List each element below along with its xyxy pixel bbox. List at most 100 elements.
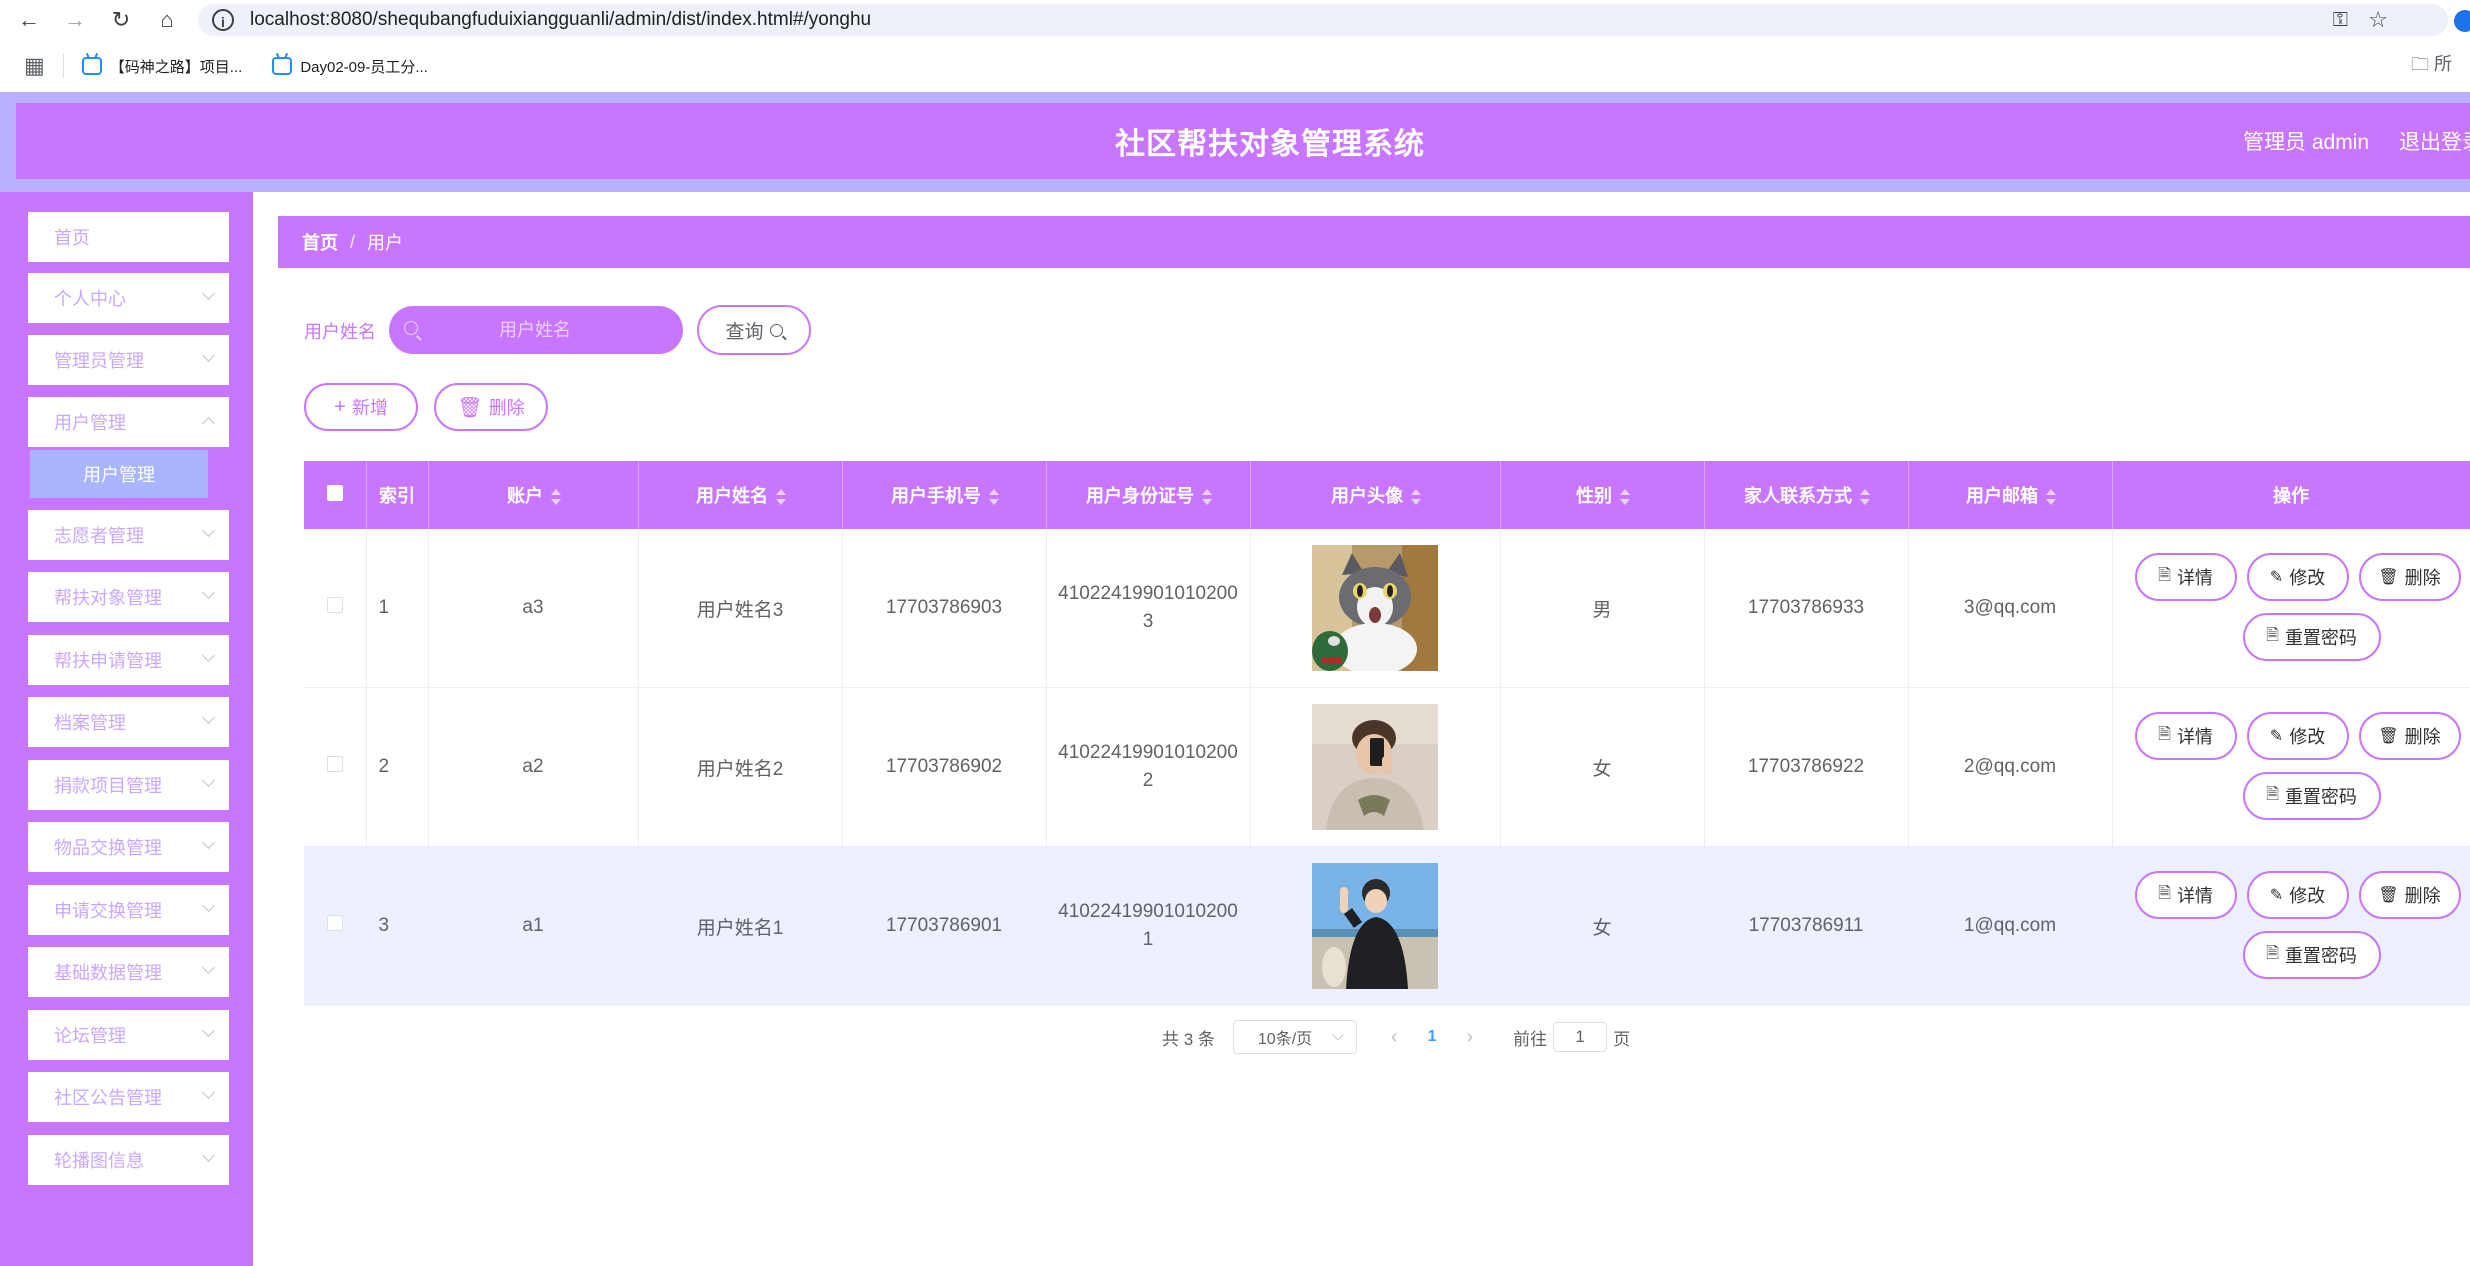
- sort-icon[interactable]: [1202, 489, 1212, 506]
- address-bar[interactable]: i localhost:8080/shequbangfuduixiangguan…: [198, 4, 2448, 36]
- user-table: 索引 账户 用户姓名 用户手机号 用户身份证号 用户头像 性别 家人联系方式 用…: [304, 461, 2470, 1006]
- edit-button[interactable]: ✎ 修改: [2246, 553, 2349, 601]
- sidebar-item-item-exchange-mgmt[interactable]: 物品交换管理: [28, 822, 229, 872]
- pencil-icon: ✎: [2269, 728, 2284, 745]
- sort-icon[interactable]: [2046, 489, 2056, 506]
- sidebar-item-archive-mgmt[interactable]: 档案管理: [28, 697, 229, 747]
- column-header[interactable]: 账户: [428, 461, 639, 529]
- url-text[interactable]: localhost:8080/shequbangfuduixiangguanli…: [250, 9, 871, 31]
- home-icon[interactable]: ⌂: [150, 3, 184, 37]
- sidebar-item-base-data-mgmt[interactable]: 基础数据管理: [28, 947, 229, 997]
- row-checkbox[interactable]: [326, 915, 343, 931]
- avatar-beach-portrait-image[interactable]: [1312, 863, 1438, 989]
- cell-account: a1: [428, 846, 639, 1006]
- next-page-icon[interactable]: ›: [1466, 1026, 1473, 1049]
- prev-page-icon[interactable]: ‹: [1391, 1026, 1398, 1049]
- row-select-cell[interactable]: [304, 529, 367, 688]
- bookmark-item-2[interactable]: Day02-09-员工分...: [272, 56, 428, 77]
- delete-button[interactable]: 🗑 删除: [2358, 553, 2461, 601]
- sidebar-item-donation-mgmt[interactable]: 捐款项目管理: [28, 760, 229, 810]
- site-info-icon[interactable]: i: [212, 9, 234, 31]
- row-select-cell[interactable]: [304, 846, 367, 1006]
- edit-button[interactable]: ✎ 修改: [2246, 871, 2349, 919]
- breadcrumb-home[interactable]: 首页: [302, 229, 338, 255]
- password-key-icon[interactable]: ⚿: [2333, 9, 2348, 32]
- cell-id-card: 410224199010102002: [1046, 687, 1251, 847]
- cell-account: a3: [428, 529, 639, 688]
- goto-page-input[interactable]: 1: [1553, 1022, 1608, 1052]
- sort-icon[interactable]: [1620, 489, 1630, 506]
- chevron-down-icon: [202, 711, 215, 724]
- delete-button[interactable]: 🗑 删除: [2358, 871, 2461, 919]
- select-all-cell[interactable]: [304, 461, 367, 529]
- bookmark-divider: [62, 54, 64, 78]
- logout-button[interactable]: 退出登录: [2399, 126, 2470, 156]
- forward-icon[interactable]: →: [58, 3, 92, 37]
- reset-password-button[interactable]: 🗎 重置密码: [2242, 772, 2381, 820]
- sort-icon[interactable]: [776, 489, 786, 506]
- column-header[interactable]: 用户头像: [1250, 461, 1501, 529]
- sidebar-item-home[interactable]: 首页: [28, 212, 229, 262]
- cell-family-phone: 17703786933: [1704, 529, 1909, 688]
- column-header-label: 用户手机号: [891, 486, 981, 506]
- detail-button[interactable]: 🗎 详情: [2134, 712, 2237, 760]
- query-button[interactable]: 查询: [697, 305, 811, 355]
- table-header-row: 索引 账户 用户姓名 用户手机号 用户身份证号 用户头像 性别 家人联系方式 用…: [304, 461, 2470, 529]
- column-header[interactable]: 家人联系方式: [1704, 461, 1909, 529]
- sidebar-subitem-user-mgmt[interactable]: 用户管理: [30, 450, 208, 498]
- column-header[interactable]: 用户身份证号: [1046, 461, 1251, 529]
- document-icon: 🗎: [2158, 725, 2171, 743]
- column-header-label: 索引: [379, 486, 415, 506]
- sidebar-item-notice-mgmt[interactable]: 社区公告管理: [28, 1072, 229, 1122]
- sidebar-item-assist-apply-mgmt[interactable]: 帮扶申请管理: [28, 635, 229, 685]
- profile-avatar-icon[interactable]: [2454, 10, 2470, 32]
- sort-icon[interactable]: [989, 489, 999, 506]
- column-header[interactable]: 用户姓名: [638, 461, 843, 529]
- sort-icon[interactable]: [1411, 489, 1421, 506]
- batch-delete-button[interactable]: 🗑 删除: [434, 383, 548, 431]
- column-header-label: 账户: [507, 486, 543, 506]
- select-all-checkbox[interactable]: [326, 484, 343, 501]
- column-header[interactable]: 性别: [1500, 461, 1705, 529]
- row-select-cell[interactable]: [304, 687, 367, 847]
- column-header[interactable]: 用户邮箱: [1908, 461, 2113, 529]
- sidebar-item-carousel-info[interactable]: 轮播图信息: [28, 1135, 229, 1185]
- sidebar-item-user-mgmt[interactable]: 用户管理: [28, 397, 229, 447]
- detail-button[interactable]: 🗎 详情: [2134, 553, 2237, 601]
- add-button[interactable]: + 新增: [304, 383, 418, 431]
- plus-icon: +: [334, 395, 346, 418]
- avatar-mirror-selfie-image[interactable]: [1312, 704, 1438, 830]
- column-header-label: 家人联系方式: [1744, 486, 1852, 506]
- page-number-current[interactable]: 1: [1428, 1028, 1437, 1046]
- cell-gender: 男: [1500, 529, 1705, 688]
- bookmark-item-1[interactable]: 【码神之路】项目...: [81, 56, 242, 77]
- sort-icon[interactable]: [551, 489, 561, 506]
- page-size-select[interactable]: 10条/页: [1232, 1020, 1357, 1054]
- avatar-cat-image[interactable]: [1312, 545, 1438, 671]
- sidebar-item-exchange-apply-mgmt[interactable]: 申请交换管理: [28, 885, 229, 935]
- row-checkbox[interactable]: [326, 597, 343, 613]
- chevron-down-icon: [202, 836, 215, 849]
- apps-grid-icon[interactable]: ▦: [24, 53, 45, 79]
- sidebar-item-forum-mgmt[interactable]: 论坛管理: [28, 1010, 229, 1060]
- bookmark-star-icon[interactable]: ☆: [2368, 7, 2388, 33]
- sidebar-item-admin-mgmt[interactable]: 管理员管理: [28, 335, 229, 385]
- trash-icon: 🗑: [2378, 569, 2399, 586]
- row-checkbox[interactable]: [326, 756, 343, 772]
- search-input[interactable]: [389, 306, 683, 354]
- reset-password-button[interactable]: 🗎 重置密码: [2242, 931, 2381, 979]
- detail-button[interactable]: 🗎 详情: [2134, 871, 2237, 919]
- reload-icon[interactable]: ↻: [104, 3, 138, 37]
- sidebar-item-assist-target-mgmt[interactable]: 帮扶对象管理: [28, 572, 229, 622]
- edit-button[interactable]: ✎ 修改: [2246, 712, 2349, 760]
- sidebar-item-volunteer-mgmt[interactable]: 志愿者管理: [28, 510, 229, 560]
- delete-button[interactable]: 🗑 删除: [2358, 712, 2461, 760]
- back-icon[interactable]: ←: [12, 3, 46, 37]
- cell-name: 用户姓名1: [638, 846, 843, 1006]
- bookmark-folder-icon[interactable]: 🗀 所: [2411, 50, 2452, 82]
- column-header[interactable]: 用户手机号: [842, 461, 1047, 529]
- sidebar-item-personal-center[interactable]: 个人中心: [28, 273, 229, 323]
- cell-index: 2: [366, 687, 429, 847]
- reset-password-button[interactable]: 🗎 重置密码: [2242, 613, 2381, 661]
- sort-icon[interactable]: [1860, 489, 1870, 506]
